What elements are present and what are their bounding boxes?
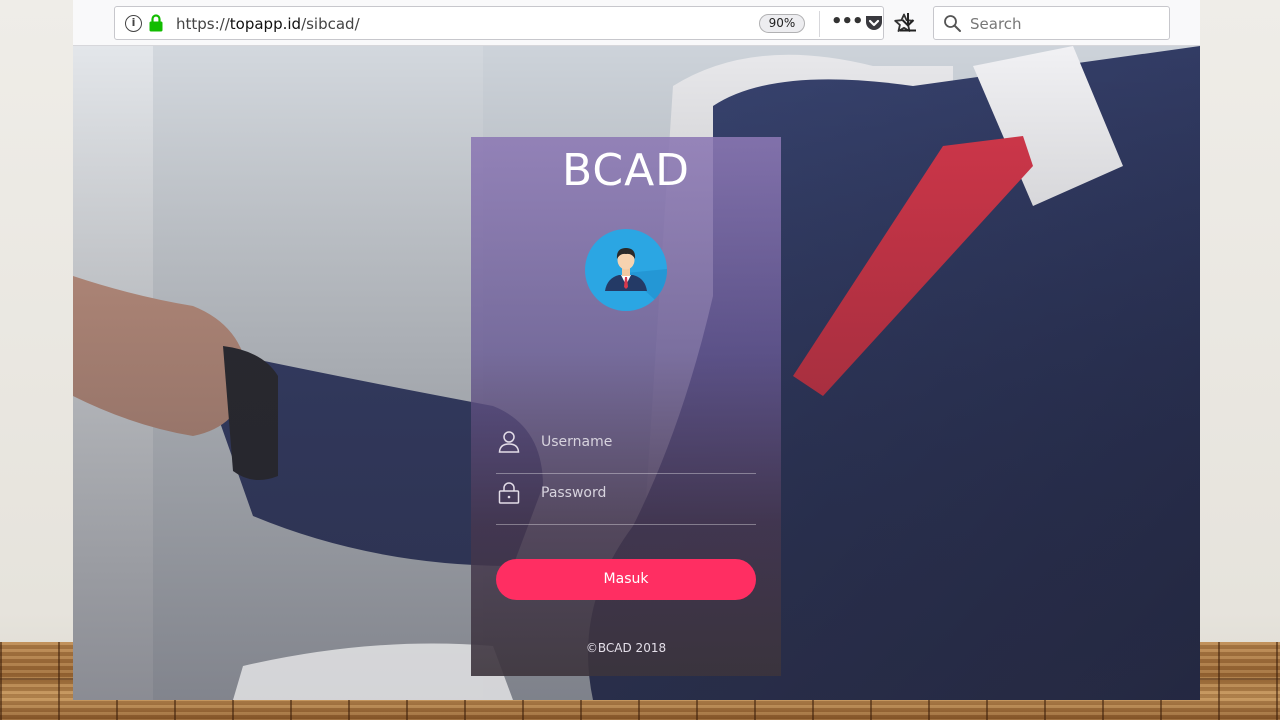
businessman-avatar-icon <box>605 248 667 311</box>
login-page: BCAD Username Password Masuk ©BCAD 2018 <box>73 46 1200 700</box>
user-avatar <box>585 229 667 311</box>
pocket-icon[interactable] <box>864 14 884 33</box>
download-icon[interactable] <box>899 12 917 32</box>
zoom-level-badge[interactable]: 90% <box>759 14 805 33</box>
app-title: BCAD <box>561 145 691 196</box>
login-button[interactable]: Masuk <box>496 559 756 600</box>
info-icon[interactable]: i <box>125 15 142 32</box>
username-placeholder: Username <box>541 434 613 450</box>
copyright-footer: ©BCAD 2018 <box>585 641 667 655</box>
address-bar-divider <box>819 11 820 37</box>
browser-toolbar: i https://topapp.id/sibcad/ 90% ••• Sear… <box>73 0 1200 46</box>
search-icon <box>944 15 961 32</box>
url-text[interactable]: https://topapp.id/sibcad/ <box>176 15 360 33</box>
lock-icon <box>498 482 520 504</box>
url-path: /sibcad/ <box>301 15 360 33</box>
lock-icon[interactable] <box>148 14 164 32</box>
username-field[interactable]: Username <box>496 424 756 474</box>
page-actions-icon[interactable]: ••• <box>831 11 864 35</box>
browser-search-field[interactable]: Search <box>933 6 1170 40</box>
url-host: topapp.id <box>229 15 302 33</box>
login-card: BCAD Username Password Masuk ©BCAD 2018 <box>471 137 781 676</box>
password-field[interactable]: Password <box>496 475 756 525</box>
address-bar[interactable]: i https://topapp.id/sibcad/ 90% ••• <box>114 6 914 40</box>
user-icon <box>498 431 520 453</box>
search-placeholder: Search <box>970 15 1022 33</box>
password-placeholder: Password <box>541 485 607 501</box>
browser-window: i https://topapp.id/sibcad/ 90% ••• Sear… <box>73 0 1200 700</box>
url-scheme: https:// <box>176 15 230 33</box>
